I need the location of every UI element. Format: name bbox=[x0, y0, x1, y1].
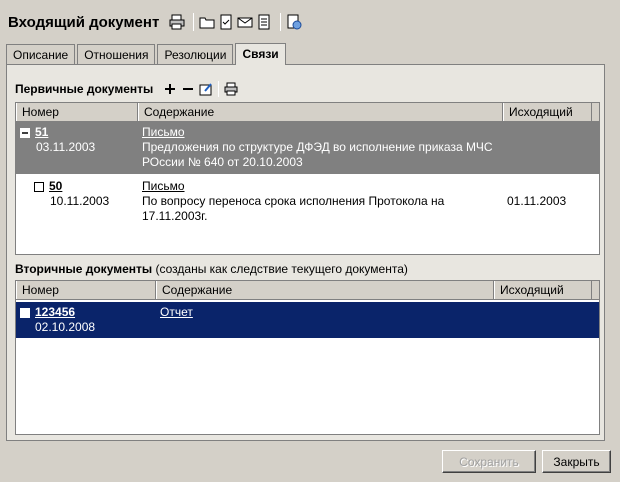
document-date: 03.11.2003 bbox=[36, 140, 96, 154]
column-header-outgoing[interactable]: Исходящий bbox=[494, 281, 592, 299]
table-row[interactable]: 50 10.11.2003 Письмо По вопросу переноса… bbox=[16, 174, 599, 234]
outgoing-cell: 01.11.2003 bbox=[507, 194, 567, 208]
document-date: 02.10.2008 bbox=[35, 320, 96, 334]
tab-links[interactable]: Связи bbox=[235, 43, 286, 65]
edit-properties-icon[interactable] bbox=[199, 82, 213, 96]
row-checkbox[interactable] bbox=[34, 181, 44, 192]
envelope-icon[interactable] bbox=[237, 14, 253, 30]
number-cell: 123456 02.10.2008 bbox=[16, 302, 156, 338]
column-header-content[interactable]: Содержание bbox=[138, 103, 503, 121]
document-number-link[interactable]: 50 bbox=[49, 179, 62, 193]
close-button[interactable]: Закрыть bbox=[542, 450, 611, 473]
document-type-link[interactable]: Отчет bbox=[160, 305, 490, 320]
document-content: По вопросу переноса срока исполнения Про… bbox=[142, 194, 445, 223]
content-cell: Письмо Предложения по структуре ДФЭД во … bbox=[138, 122, 503, 174]
toolbar-separator bbox=[193, 13, 195, 31]
number-cell: 51 03.11.2003 bbox=[16, 122, 138, 174]
secondary-section-header: Вторичные документы (созданы как следств… bbox=[15, 262, 408, 276]
outgoing-cell bbox=[503, 122, 599, 174]
window-header: Входящий документ bbox=[8, 10, 305, 34]
content-cell: Отчет bbox=[156, 302, 494, 338]
document-number-link[interactable]: 123456 bbox=[35, 305, 75, 319]
row-checkbox[interactable] bbox=[20, 307, 30, 318]
content-cell: Письмо По вопросу переноса срока исполне… bbox=[138, 176, 503, 234]
tab-relations[interactable]: Отношения bbox=[77, 44, 156, 65]
primary-section-header: Первичные документы bbox=[15, 81, 238, 97]
outgoing-cell bbox=[494, 302, 599, 338]
column-header-number[interactable]: Номер bbox=[16, 281, 156, 299]
primary-documents-table: Номер Содержание Исходящий 51 03.11.2003… bbox=[15, 102, 600, 255]
document-number-link[interactable]: 51 bbox=[35, 125, 48, 139]
secondary-section-subtitle: (созданы как следствие текущего документ… bbox=[155, 262, 408, 276]
document-content: Предложения по структуре ДФЭД во исполне… bbox=[142, 140, 493, 169]
column-header-outgoing[interactable]: Исходящий bbox=[503, 103, 592, 121]
primary-section-title: Первичные документы bbox=[15, 82, 154, 96]
number-cell: 50 10.11.2003 bbox=[16, 176, 138, 234]
secondary-documents-table: Номер Содержание Исходящий 123456 02.10.… bbox=[15, 280, 600, 435]
save-button[interactable]: Сохранить bbox=[442, 450, 536, 473]
document-date: 10.11.2003 bbox=[50, 194, 110, 208]
column-header-number[interactable]: Номер bbox=[16, 103, 138, 121]
document-type-link[interactable]: Письмо bbox=[142, 179, 499, 194]
add-icon[interactable] bbox=[163, 82, 177, 96]
remove-icon[interactable] bbox=[181, 82, 195, 96]
secondary-section-title: Вторичные документы bbox=[15, 262, 153, 276]
document-check-icon[interactable] bbox=[218, 14, 234, 30]
document-type-link[interactable]: Письмо bbox=[142, 125, 499, 140]
toolbar-separator bbox=[280, 13, 282, 31]
folder-icon[interactable] bbox=[199, 14, 215, 30]
table-header: Номер Содержание Исходящий bbox=[16, 103, 599, 122]
toolbar-separator bbox=[218, 81, 220, 97]
column-header-content[interactable]: Содержание bbox=[156, 281, 494, 299]
tab-bar: Описание Отношения Резолюции Связи bbox=[6, 43, 288, 65]
table-row[interactable]: 123456 02.10.2008 Отчет bbox=[16, 302, 599, 338]
collapse-checkbox[interactable] bbox=[20, 127, 30, 138]
print-icon[interactable] bbox=[169, 14, 185, 30]
links-panel: Первичные документы Номер Содержание Исх… bbox=[6, 64, 605, 441]
tab-resolutions[interactable]: Резолюции bbox=[157, 44, 234, 65]
table-header: Номер Содержание Исходящий bbox=[16, 281, 599, 300]
page-title: Входящий документ bbox=[8, 13, 160, 31]
print-icon[interactable] bbox=[224, 82, 238, 96]
document-icon[interactable] bbox=[256, 14, 272, 30]
refresh-document-icon[interactable] bbox=[286, 14, 302, 30]
table-row[interactable]: 51 03.11.2003 Письмо Предложения по стру… bbox=[16, 122, 599, 174]
tab-description[interactable]: Описание bbox=[6, 44, 76, 65]
